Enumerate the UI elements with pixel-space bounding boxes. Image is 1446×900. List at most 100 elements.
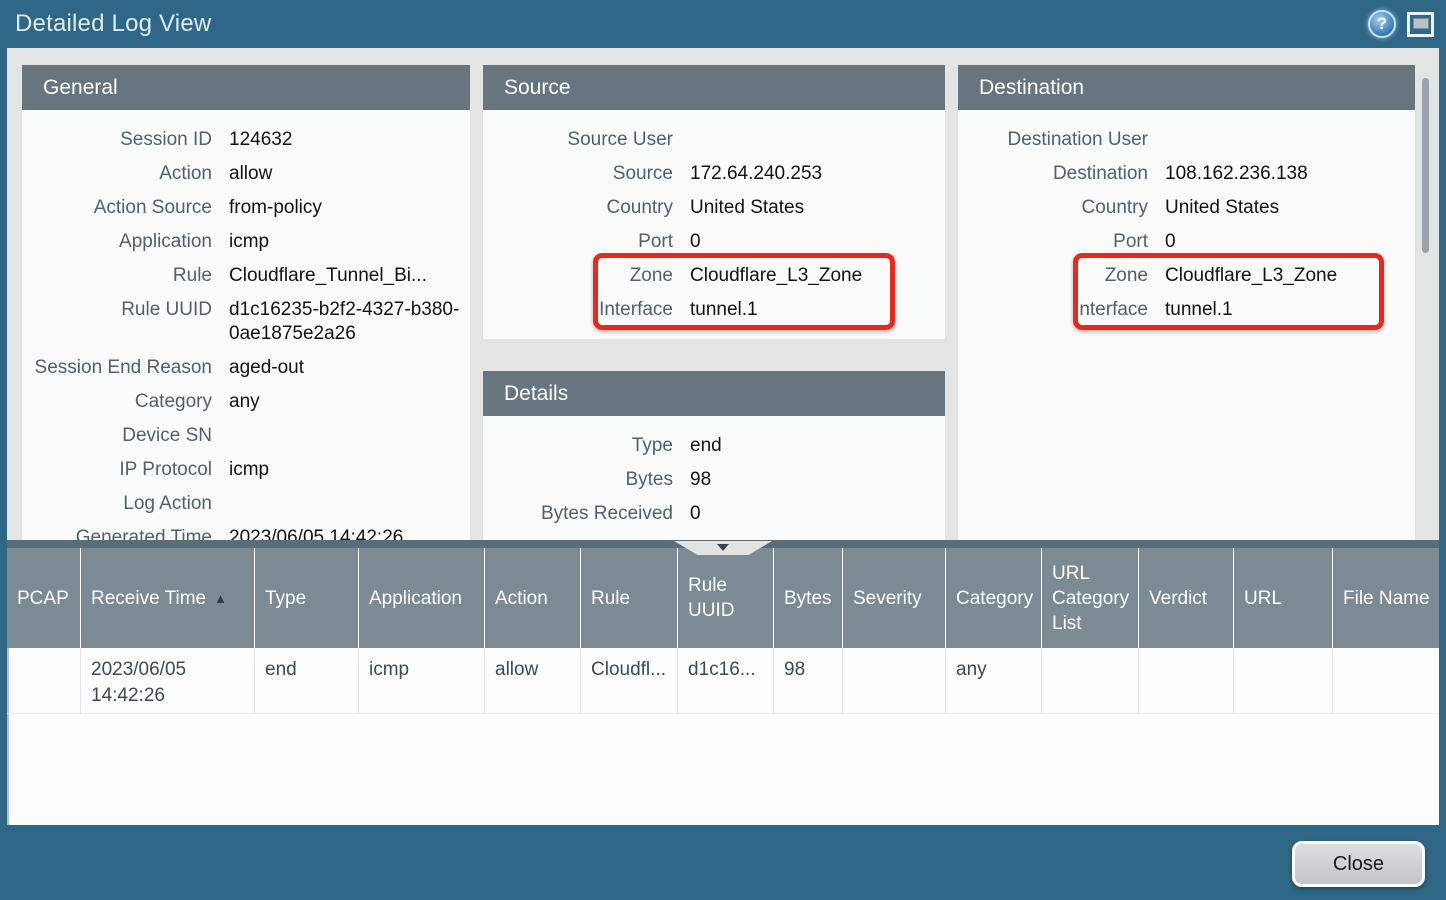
column-label: URL <box>1244 586 1282 611</box>
column-header-application[interactable]: Application <box>359 548 485 648</box>
sort-asc-icon: ▲ <box>214 586 227 611</box>
field-row-destination-user: Destination User <box>958 123 1415 157</box>
field-value: 2023/06/05 14:42:26 <box>229 526 470 540</box>
field-label: Destination User <box>958 128 1165 152</box>
column-header-url[interactable]: URL <box>1234 548 1333 648</box>
field-label: Country <box>958 196 1165 220</box>
field-row-rule: RuleCloudflare_Tunnel_Bi... <box>22 259 470 293</box>
highlighted-fields: ZoneCloudflare_L3_ZoneInterfacetunnel.1 <box>958 259 1415 327</box>
help-icon[interactable]: ? <box>1368 10 1396 38</box>
field-label: Action Source <box>22 196 229 220</box>
field-label: Category <box>22 390 229 414</box>
column-header-severity[interactable]: Severity <box>843 548 946 648</box>
column-label: File Name <box>1343 586 1430 611</box>
field-row-type: Typeend <box>483 429 945 463</box>
column-label: Bytes <box>784 586 832 611</box>
panel-source: Source Source UserSource172.64.240.253Co… <box>483 65 945 339</box>
table-cell-rule-uuid: d1c16... <box>678 648 774 714</box>
table-cell-application: icmp <box>359 648 485 714</box>
field-label: Interface <box>958 298 1165 322</box>
column-header-verdict[interactable]: Verdict <box>1139 548 1234 648</box>
column-header-file-name[interactable]: File Name <box>1333 548 1439 648</box>
column-header-type[interactable]: Type <box>255 548 359 648</box>
column-label: Application <box>369 586 462 611</box>
field-value: allow <box>229 162 470 186</box>
field-label: Zone <box>483 264 690 288</box>
field-label: Application <box>22 230 229 254</box>
field-row-category: Categoryany <box>22 385 470 419</box>
column-header-category[interactable]: Category <box>946 548 1042 648</box>
chevron-down-icon <box>717 544 729 551</box>
field-row-port: Port0 <box>483 225 945 259</box>
field-row-bytes: Bytes98 <box>483 463 945 497</box>
close-button[interactable]: Close <box>1292 841 1425 887</box>
log-table-body: 2023/06/05 14:42:26endicmpallowCloudfl..… <box>7 648 1439 714</box>
field-value: 0 <box>690 502 945 526</box>
field-value: end <box>690 434 945 458</box>
middle-column: Source Source UserSource172.64.240.253Co… <box>483 65 945 540</box>
field-value <box>229 424 470 448</box>
field-row-action: Actionallow <box>22 157 470 191</box>
column-label: Rule <box>591 586 630 611</box>
field-label: Port <box>483 230 690 254</box>
field-row-source-user: Source User <box>483 123 945 157</box>
field-value: 124632 <box>229 128 470 152</box>
column-label: Receive Time <box>91 586 206 611</box>
highlighted-fields: ZoneCloudflare_L3_ZoneInterfacetunnel.1 <box>483 259 945 327</box>
field-value <box>1165 128 1415 152</box>
column-header-url-category-list[interactable]: URL Category List <box>1042 548 1139 648</box>
column-label: Rule UUID <box>688 573 767 623</box>
field-row-log-action: Log Action <box>22 487 470 521</box>
field-row-generated-time: Generated Time2023/06/05 14:42:26 <box>22 521 470 540</box>
field-label: Rule UUID <box>22 298 229 346</box>
field-value: tunnel.1 <box>1165 298 1415 322</box>
column-label: Severity <box>853 586 922 611</box>
field-row-application: Applicationicmp <box>22 225 470 259</box>
table-cell-type: end <box>255 648 359 714</box>
column-header-receive-time[interactable]: Receive Time ▲ <box>81 548 255 648</box>
table-cell-url <box>1234 648 1333 714</box>
field-row-zone: ZoneCloudflare_L3_Zone <box>483 259 945 293</box>
log-table: PCAP Receive Time ▲ Type Application Action Ru… <box>7 548 1439 825</box>
field-label: Zone <box>958 264 1165 288</box>
column-header-rule-uuid[interactable]: Rule UUID <box>678 548 774 648</box>
field-label: Port <box>958 230 1165 254</box>
field-value: icmp <box>229 230 470 254</box>
table-cell-bytes: 98 <box>774 648 843 714</box>
field-label: Action <box>22 162 229 186</box>
field-label: Log Action <box>22 492 229 516</box>
window-restore-inner <box>1413 18 1429 29</box>
panel-details: Details TypeendBytes98Bytes Received0 <box>483 371 945 540</box>
field-value: aged-out <box>229 356 470 380</box>
field-value: any <box>229 390 470 414</box>
help-glyph: ? <box>1377 14 1387 34</box>
panel-destination-header: Destination <box>958 65 1415 110</box>
table-row[interactable]: 2023/06/05 14:42:26endicmpallowCloudfl..… <box>7 648 1439 714</box>
column-label: Category <box>956 586 1033 611</box>
table-cell-url-category-list <box>1042 648 1139 714</box>
field-label: Destination <box>958 162 1165 186</box>
panel-destination: Destination Destination UserDestination1… <box>958 65 1415 540</box>
footer: Close <box>0 825 1446 900</box>
field-row-source: Source172.64.240.253 <box>483 157 945 191</box>
column-header-rule[interactable]: Rule <box>581 548 678 648</box>
field-label: Session End Reason <box>22 356 229 380</box>
column-header-action[interactable]: Action <box>485 548 581 648</box>
field-value: United States <box>690 196 945 220</box>
field-value: Cloudflare_Tunnel_Bi... <box>229 264 470 288</box>
panel-general: General Session ID124632ActionallowActio… <box>22 65 470 540</box>
field-label: Bytes <box>483 468 690 492</box>
column-header-pcap[interactable]: PCAP <box>7 548 81 648</box>
panel-details-body: TypeendBytes98Bytes Received0 <box>483 416 945 540</box>
table-cell-pcap <box>7 648 81 714</box>
panel-source-header: Source <box>483 65 945 110</box>
titlebar-icons: ? <box>1368 10 1446 38</box>
column-header-bytes[interactable]: Bytes <box>774 548 843 648</box>
window-restore-icon[interactable] <box>1407 12 1434 37</box>
field-value: 0 <box>690 230 945 254</box>
dialog-title: Detailed Log View <box>0 10 211 38</box>
scrollbar-thumb[interactable] <box>1422 78 1429 253</box>
panel-destination-body: Destination UserDestination108.162.236.1… <box>958 110 1415 540</box>
field-label: Source User <box>483 128 690 152</box>
field-row-device-sn: Device SN <box>22 419 470 453</box>
